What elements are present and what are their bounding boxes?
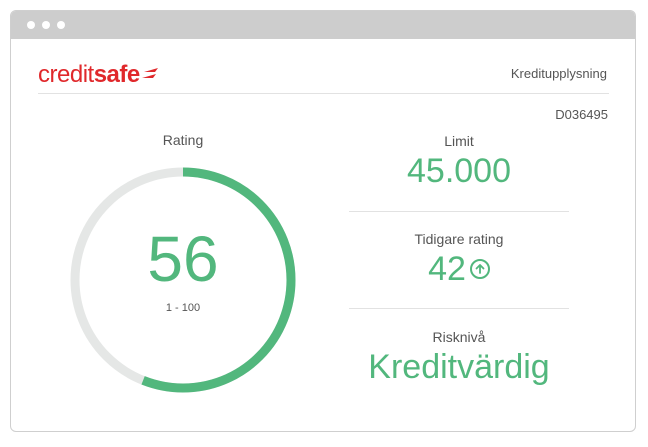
header-divider: [38, 93, 609, 94]
section-divider: [349, 211, 569, 212]
report-id: D036495: [555, 107, 608, 122]
title-bar: [11, 11, 635, 39]
app-window: credit safe Kreditupplysning D036495 Rati…: [10, 10, 636, 432]
risk-section: Risknivå Kreditvärdig: [349, 329, 569, 387]
rating-score: 56: [147, 223, 219, 295]
section-divider: [349, 308, 569, 309]
logo-text-part1: credit: [38, 61, 94, 88]
window-control-dot[interactable]: [42, 21, 50, 29]
creditsafe-logo: credit safe: [38, 61, 160, 89]
previous-rating-section: Tidigare rating 42: [349, 231, 569, 289]
risk-value: Kreditvärdig: [368, 348, 550, 386]
risk-label: Risknivå: [432, 329, 486, 345]
arrow-up-circle-icon: [469, 259, 490, 279]
previous-rating-label: Tidigare rating: [414, 231, 504, 247]
limit-value: 45.000: [407, 152, 511, 190]
window-control-dot[interactable]: [57, 21, 65, 29]
window-control-dot[interactable]: [27, 21, 35, 29]
limit-section: Limit 45.000: [349, 133, 569, 191]
report-type: Kreditupplysning: [510, 66, 607, 81]
creditsafe-swoosh-icon: [141, 68, 158, 78]
rating-range: 1 - 100: [165, 302, 201, 314]
logo-text-part2: safe: [93, 61, 141, 88]
previous-rating-value: 42: [428, 250, 466, 288]
limit-label: Limit: [444, 133, 474, 149]
previous-rating-row: 42: [428, 249, 490, 289]
rating-label: Rating: [162, 132, 204, 148]
